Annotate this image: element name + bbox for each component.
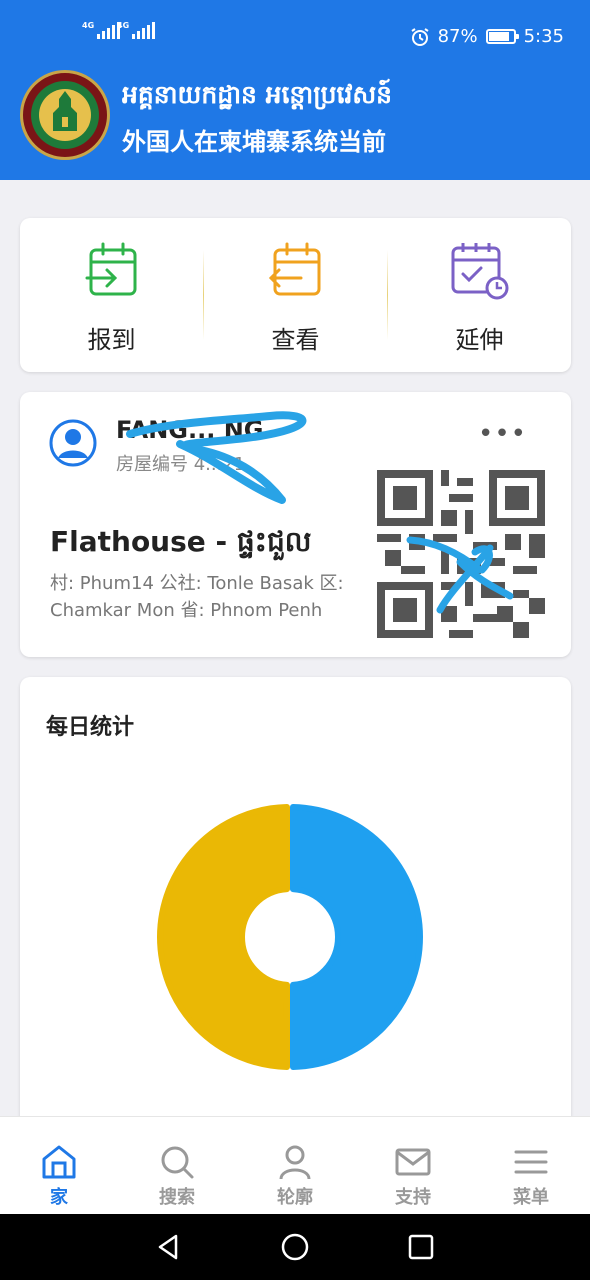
owner-name: FANG... NG	[116, 416, 264, 444]
signal-sim1-icon: 4G	[82, 21, 121, 39]
nav-menu-label: 菜单	[513, 1187, 549, 1208]
search-icon	[161, 1146, 194, 1179]
checkout-action[interactable]: 查看	[204, 218, 387, 372]
status-bar: 4G 4G 87% 5:35	[0, 0, 590, 70]
signal-sim2-icon: 4G	[117, 21, 156, 39]
house-address: 村: Phum14 公社: Tonle Basak 区: Chamkar Mon…	[50, 573, 344, 621]
nav-support[interactable]: 支持	[354, 1117, 472, 1214]
user-avatar-icon	[49, 419, 97, 467]
nav-profile-label: 轮廓	[277, 1187, 313, 1208]
profile-icon	[279, 1145, 311, 1180]
back-icon[interactable]	[154, 1232, 184, 1262]
alarm-icon	[411, 27, 429, 46]
donut-slice-blue	[289, 804, 423, 1070]
nav-search-label: 搜索	[159, 1187, 195, 1208]
calendar-checkout-icon	[268, 242, 320, 296]
battery-percent: 87%	[437, 26, 478, 47]
house-card[interactable]: FANG... NG 房屋编号 4...21 ••• Flathouse - ផ…	[20, 392, 571, 657]
mail-icon	[395, 1148, 431, 1176]
stats-title: 每日统计	[46, 715, 135, 740]
recents-icon[interactable]	[406, 1232, 436, 1262]
extend-label: 延伸	[455, 326, 504, 354]
immigration-emblem-icon	[20, 70, 110, 160]
clock: 5:35	[523, 26, 564, 47]
home-icon	[42, 1145, 76, 1179]
checkout-label: 查看	[271, 326, 320, 354]
nav-home[interactable]: 家	[0, 1117, 118, 1214]
room-number: 房屋编号 4...21	[116, 454, 246, 475]
house-title: Flathouse - ផ្ទះជួល	[50, 525, 312, 558]
sim1-network-label: 4G	[82, 21, 95, 30]
checkin-action[interactable]: 报到	[20, 218, 203, 372]
sim2-network-label: 4G	[117, 21, 130, 30]
nav-search[interactable]: 搜索	[118, 1117, 236, 1214]
home-circle-icon[interactable]	[280, 1232, 310, 1262]
more-options-button[interactable]: •••	[478, 421, 527, 447]
nav-support-label: 支持	[395, 1187, 431, 1208]
quick-actions-card: 报到 查看 延伸	[20, 218, 571, 372]
extend-action[interactable]: 延伸	[388, 218, 571, 372]
battery-icon	[485, 29, 519, 44]
qr-code-icon[interactable]	[377, 470, 545, 638]
nav-home-label: 家	[50, 1187, 68, 1208]
header-title-chinese: 外国人在柬埔寨系统当前	[122, 128, 386, 156]
donut-slice-yellow	[157, 804, 291, 1070]
nav-profile[interactable]: 轮廓	[236, 1117, 354, 1214]
app-header: 4G 4G 87% 5:35 អគ្គនាយកដ្ឋាន អន្តោប្រវេស…	[0, 0, 590, 180]
calendar-checkin-icon	[85, 242, 136, 296]
system-navigation-bar	[0, 1214, 590, 1280]
header-title-khmer: អគ្គនាយកដ្ឋាន អន្តោប្រវេសន៍	[122, 80, 393, 109]
checkin-label: 报到	[87, 326, 136, 354]
nav-menu[interactable]: 菜单	[472, 1117, 590, 1214]
daily-stats-donut-chart	[157, 804, 423, 1070]
calendar-extend-icon	[451, 243, 508, 300]
daily-stats-card: 每日统计	[20, 677, 571, 1137]
bottom-navigation: 家 搜索 轮廓 支持 菜单	[0, 1116, 590, 1214]
menu-icon	[514, 1150, 548, 1174]
